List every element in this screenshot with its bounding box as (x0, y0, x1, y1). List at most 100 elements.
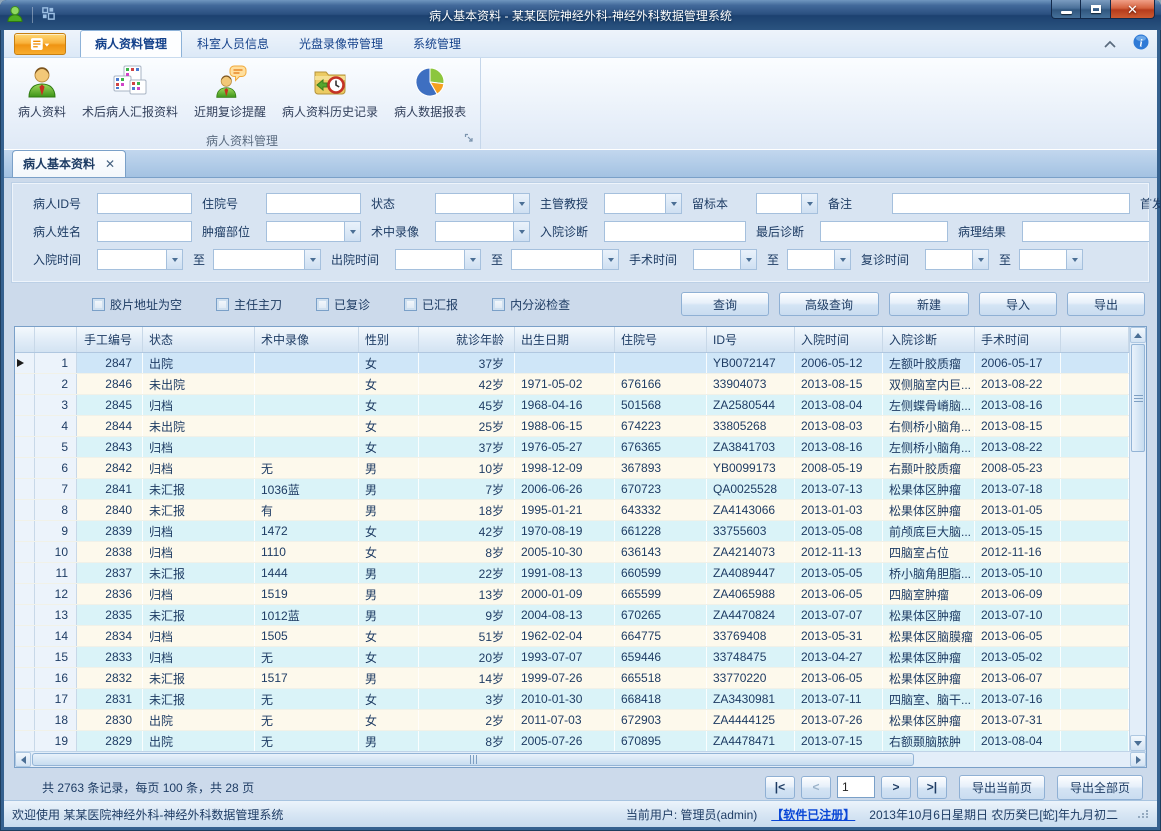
row-number[interactable]: 1 (35, 353, 77, 373)
grid-cell[interactable] (255, 353, 359, 373)
grid-cell[interactable]: 男 (359, 731, 419, 751)
grid-cell[interactable]: 665599 (615, 584, 707, 604)
table-row[interactable]: 112837未汇报1444男22岁1991-08-13660599ZA40894… (15, 563, 1129, 584)
grid-cell[interactable]: 出院 (143, 710, 255, 730)
grid-cell[interactable]: 2013-07-07 (795, 605, 883, 625)
grid-cell[interactable]: 2006-05-17 (975, 353, 1061, 373)
grid-cell[interactable]: 女 (359, 374, 419, 394)
grid-corner-header[interactable] (1061, 327, 1129, 352)
grid-cell[interactable]: 松果体区肿瘤 (883, 668, 975, 688)
checkbox[interactable] (404, 298, 417, 311)
row-selector[interactable] (15, 479, 35, 499)
row-selector[interactable] (15, 395, 35, 415)
maximize-button[interactable] (1081, 0, 1110, 19)
table-row[interactable]: 192829出院无男8岁2005-07-26670895ZA4478471201… (15, 731, 1129, 751)
grid-cell[interactable]: 2839 (77, 521, 143, 541)
grid-cell[interactable]: 42岁 (419, 374, 515, 394)
grid-cell[interactable]: 2834 (77, 626, 143, 646)
row-number[interactable]: 14 (35, 626, 77, 646)
grid-cell[interactable]: 未汇报 (143, 500, 255, 520)
grid-cell[interactable]: 2013-06-05 (975, 626, 1061, 646)
grid-cell[interactable]: 2013-08-15 (975, 416, 1061, 436)
ribbon-tab-2[interactable]: 光盘录像带管理 (284, 30, 398, 57)
grid-cell[interactable]: ZA4143066 (707, 500, 795, 520)
grid-cell[interactable]: 2004-08-13 (515, 605, 615, 625)
checkbox[interactable] (92, 298, 105, 311)
grid-cell[interactable]: 2830 (77, 710, 143, 730)
grid-cell[interactable]: ZA4065988 (707, 584, 795, 604)
grid-cell[interactable]: 2842 (77, 458, 143, 478)
grid-cell[interactable]: 归档 (143, 542, 255, 562)
grid-cell[interactable]: 男 (359, 479, 419, 499)
filter-input[interactable] (97, 221, 192, 242)
grid-cell[interactable]: YB0099173 (707, 458, 795, 478)
grid-cell[interactable]: 未汇报 (143, 563, 255, 583)
table-row[interactable]: 92839归档1472女42岁1970-08-19661228337556032… (15, 521, 1129, 542)
grid-cell[interactable]: 男 (359, 668, 419, 688)
import-button[interactable]: 导入 (979, 292, 1057, 316)
filter-combo[interactable] (511, 249, 619, 270)
grid-cell[interactable]: 2012-11-13 (795, 542, 883, 562)
grid-cell[interactable]: 2841 (77, 479, 143, 499)
grid-cell[interactable]: 归档 (143, 458, 255, 478)
filter-combo[interactable] (435, 193, 530, 214)
filter-checkbox-0[interactable]: 胶片地址为空 (92, 296, 182, 313)
ribbon-tab-0[interactable]: 病人资料管理 (80, 30, 182, 57)
grid-cell[interactable]: 42岁 (419, 521, 515, 541)
grid-cell[interactable]: ZA3841703 (707, 437, 795, 457)
grid-cell[interactable]: 33769408 (707, 626, 795, 646)
grid-cell[interactable]: 未汇报 (143, 605, 255, 625)
row-number[interactable]: 16 (35, 668, 77, 688)
grid-cell[interactable]: 37岁 (419, 353, 515, 373)
grid-cell[interactable]: 四脑室占位 (883, 542, 975, 562)
row-selector[interactable] (15, 437, 35, 457)
grid-cell[interactable]: 归档 (143, 626, 255, 646)
grid-cell[interactable]: 2013-01-03 (795, 500, 883, 520)
table-row[interactable]: 42844未出院女25岁1988-06-15674223338052682013… (15, 416, 1129, 437)
export-button[interactable]: 导出 (1067, 292, 1145, 316)
grid-cell[interactable]: 2013-06-05 (795, 584, 883, 604)
history-button[interactable]: 病人资料历史记录 (274, 62, 386, 122)
filter-combo[interactable] (266, 221, 361, 242)
grid-cell[interactable]: 未出院 (143, 374, 255, 394)
grid-cell[interactable]: 660599 (615, 563, 707, 583)
table-row[interactable]: 142834归档1505女51岁1962-02-0466477533769408… (15, 626, 1129, 647)
combo-dropdown-button[interactable] (834, 250, 850, 269)
grid-cell[interactable]: 2843 (77, 437, 143, 457)
grid-cell[interactable]: 2005-10-30 (515, 542, 615, 562)
grid-cell[interactable]: 2013-06-05 (795, 668, 883, 688)
combo-dropdown-button[interactable] (513, 194, 529, 213)
grid-cell[interactable]: 2013-05-15 (975, 521, 1061, 541)
grid-cell[interactable]: 668418 (615, 689, 707, 709)
grid-cell[interactable]: 2846 (77, 374, 143, 394)
grid-cell[interactable]: 643332 (615, 500, 707, 520)
prev-page-button[interactable]: < (801, 776, 831, 799)
grid-cell[interactable]: 左额叶胶质瘤 (883, 353, 975, 373)
grid-cell[interactable]: 出院 (143, 353, 255, 373)
combo-dropdown-button[interactable] (513, 222, 529, 241)
filter-input[interactable] (1022, 221, 1150, 242)
new-button[interactable]: 新建 (889, 292, 969, 316)
grid-cell[interactable]: 未汇报 (143, 479, 255, 499)
grid-cell[interactable]: 1012蓝 (255, 605, 359, 625)
grid-cell[interactable]: 45岁 (419, 395, 515, 415)
grid-cell[interactable]: 无 (255, 731, 359, 751)
filter-checkbox-3[interactable]: 已汇报 (404, 296, 458, 313)
grid-cell[interactable]: 左侧蝶骨嵴脑... (883, 395, 975, 415)
grid-cell[interactable]: 桥小脑角胆脂... (883, 563, 975, 583)
grid-cell[interactable]: 2006-05-12 (795, 353, 883, 373)
grid-column-header[interactable]: 术中录像 (255, 327, 359, 352)
grid-cell[interactable]: 松果体区肿瘤 (883, 605, 975, 625)
grid-cell[interactable]: 20岁 (419, 647, 515, 667)
grid-column-header[interactable]: 手术时间 (975, 327, 1061, 352)
combo-dropdown-button[interactable] (166, 250, 182, 269)
grid-cell[interactable]: 松果体区脑膜瘤 (883, 626, 975, 646)
grid-cell[interactable]: 367893 (615, 458, 707, 478)
tab-close-icon[interactable]: ✕ (105, 158, 115, 170)
postop-report-button[interactable]: 术后病人汇报资料 (74, 62, 186, 122)
grid-cell[interactable]: 无 (255, 689, 359, 709)
close-button[interactable]: ✕ (1110, 0, 1155, 19)
grid-cell[interactable]: 2838 (77, 542, 143, 562)
grid-cell[interactable]: 1995-01-21 (515, 500, 615, 520)
filter-combo[interactable] (787, 249, 851, 270)
